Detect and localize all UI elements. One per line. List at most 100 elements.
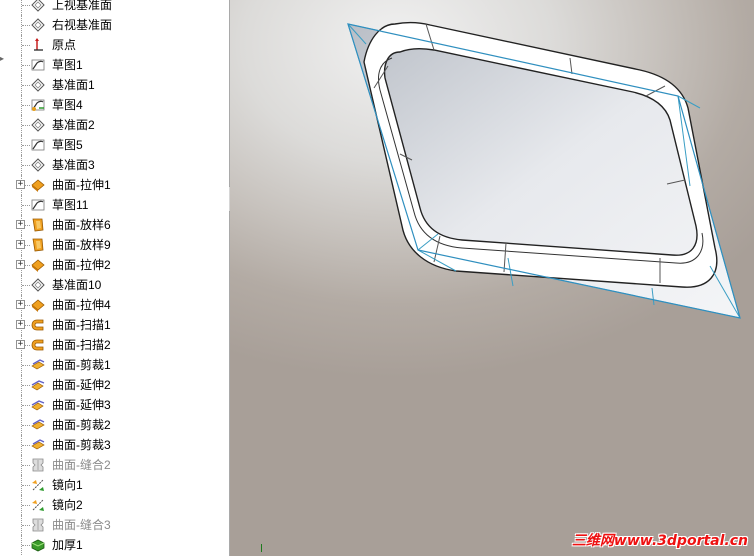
tree-item-label: 曲面-扫描2 [52, 338, 111, 352]
tree-item[interactable]: + 曲面-拉伸2 [0, 255, 229, 275]
plane-icon [30, 117, 46, 133]
tree-item-label: 曲面-缝合2 [52, 458, 111, 472]
tree-guide-line [22, 545, 30, 546]
tree-guide-line [22, 465, 30, 466]
tree-item[interactable]: 曲面-延伸3 [0, 395, 229, 415]
tree-guide-line [22, 485, 30, 486]
surface-knit-icon [30, 517, 46, 533]
tree-item[interactable]: 曲面-剪裁3 [0, 435, 229, 455]
tree-item-label: 曲面-剪裁1 [52, 358, 111, 372]
tree-guide-line [22, 445, 30, 446]
tree-guide-line [21, 0, 22, 15]
tree-item-label: 镜向2 [52, 498, 83, 512]
surface-trim-icon [30, 437, 46, 453]
sketch-icon [30, 57, 46, 73]
tree-guide-line [22, 145, 30, 146]
surface-extend-icon [30, 397, 46, 413]
tree-item[interactable]: 草图5 [0, 135, 229, 155]
tree-item-label: 曲面-扫描1 [52, 318, 111, 332]
tree-item[interactable]: 基准面10 [0, 275, 229, 295]
tree-guide-line [22, 525, 30, 526]
mirror-icon [30, 477, 46, 493]
tree-item-label: 右视基准面 [52, 18, 113, 32]
tree-guide-line [22, 425, 30, 426]
tree-item-label: 曲面-延伸2 [52, 378, 111, 392]
tree-item-label: 草图4 [52, 98, 83, 112]
tree-item-label: 基准面2 [52, 118, 95, 132]
tree-item[interactable]: 加厚1 [0, 535, 229, 555]
expand-node-icon[interactable]: + [16, 320, 25, 329]
view-triad-icon [261, 544, 266, 552]
tree-item[interactable]: 镜向1 [0, 475, 229, 495]
3d-model-view[interactable] [230, 0, 754, 556]
tree-guide-line [22, 365, 30, 366]
expand-node-icon[interactable]: + [16, 220, 25, 229]
expand-node-icon[interactable]: + [16, 260, 25, 269]
plane-icon [30, 157, 46, 173]
expand-node-icon[interactable]: + [16, 340, 25, 349]
tree-guide-line [22, 385, 30, 386]
tree-item-label: 曲面-放样6 [52, 218, 111, 232]
expand-node-icon[interactable]: + [16, 300, 25, 309]
tree-guide-line [22, 105, 30, 106]
tree-item-label: 曲面-拉伸2 [52, 258, 111, 272]
surface-extrude-icon [30, 177, 46, 193]
tree-item[interactable]: + 曲面-放样9 [0, 235, 229, 255]
tree-item[interactable]: 原点 [0, 35, 229, 55]
tree-guide-line [22, 25, 30, 26]
tree-item-label: 草图11 [52, 198, 89, 212]
tree-item[interactable]: 基准面2 [0, 115, 229, 135]
surface-sweep-icon [30, 337, 46, 353]
tree-item[interactable]: + 曲面-拉伸1 [0, 175, 229, 195]
tree-item[interactable]: 曲面-剪裁1 [0, 355, 229, 375]
tree-item[interactable]: 上视基准面 [0, 0, 229, 15]
tree-item-label: 曲面-剪裁2 [52, 418, 111, 432]
plane-icon [30, 0, 46, 13]
tree-item[interactable]: 基准面3 [0, 155, 229, 175]
sketch-icon [30, 197, 46, 213]
plane-icon [30, 77, 46, 93]
tree-item[interactable]: 草图1 [0, 55, 229, 75]
tree-guide-line [22, 165, 30, 166]
tree-item[interactable]: 曲面-剪裁2 [0, 415, 229, 435]
tree-item[interactable]: 曲面-缝合3 [0, 515, 229, 535]
tree-item[interactable]: 右视基准面 [0, 15, 229, 35]
expand-node-icon[interactable]: + [16, 240, 25, 249]
tree-item-label: 镜向1 [52, 478, 83, 492]
origin-icon [30, 37, 46, 53]
tree-item[interactable]: 镜向2 [0, 495, 229, 515]
tree-guide-line [22, 285, 30, 286]
mirror-icon [30, 497, 46, 513]
tree-item-label: 曲面-拉伸4 [52, 298, 111, 312]
surface-trim-icon [30, 417, 46, 433]
tree-guide-line [22, 405, 30, 406]
tree-guide-line [22, 65, 30, 66]
feature-manager-tree: ▸ 上视基准面 右视基准面 原点 草图1 基准面1 草图4 基准面2 草图5 基准面3 + 曲面-拉… [0, 0, 230, 556]
tree-item[interactable]: 基准面1 [0, 75, 229, 95]
tree-item[interactable]: + 曲面-拉伸4 [0, 295, 229, 315]
tree-item[interactable]: + 曲面-扫描2 [0, 335, 229, 355]
tree-item-label: 曲面-缝合3 [52, 518, 111, 532]
tree-item-label: 草图1 [52, 58, 83, 72]
graphics-viewport[interactable]: 三维网www.3dportal.cn [230, 0, 754, 556]
thicken-icon [30, 537, 46, 553]
tree-item[interactable]: 曲面-缝合2 [0, 455, 229, 475]
expand-node-icon[interactable]: + [16, 180, 25, 189]
watermark: 三维网www.3dportal.cn [571, 533, 748, 549]
tree-item-label: 基准面10 [52, 278, 102, 292]
surface-loft-icon [30, 217, 46, 233]
tree-item-label: 上视基准面 [52, 0, 113, 12]
tree-item[interactable]: + 曲面-放样6 [0, 215, 229, 235]
tree-guide-line [22, 85, 30, 86]
sketch-icon [30, 137, 46, 153]
tree-item-label: 曲面-放样9 [52, 238, 111, 252]
tree-item[interactable]: 曲面-延伸2 [0, 375, 229, 395]
plane-icon [30, 17, 46, 33]
plane-icon [30, 277, 46, 293]
tree-item[interactable]: + 曲面-扫描1 [0, 315, 229, 335]
surface-extrude-icon [30, 297, 46, 313]
tree-item[interactable]: 草图11 [0, 195, 229, 215]
tree-item-label: 加厚1 [52, 538, 83, 552]
tree-item-label: 草图5 [52, 138, 83, 152]
tree-item[interactable]: 草图4 [0, 95, 229, 115]
